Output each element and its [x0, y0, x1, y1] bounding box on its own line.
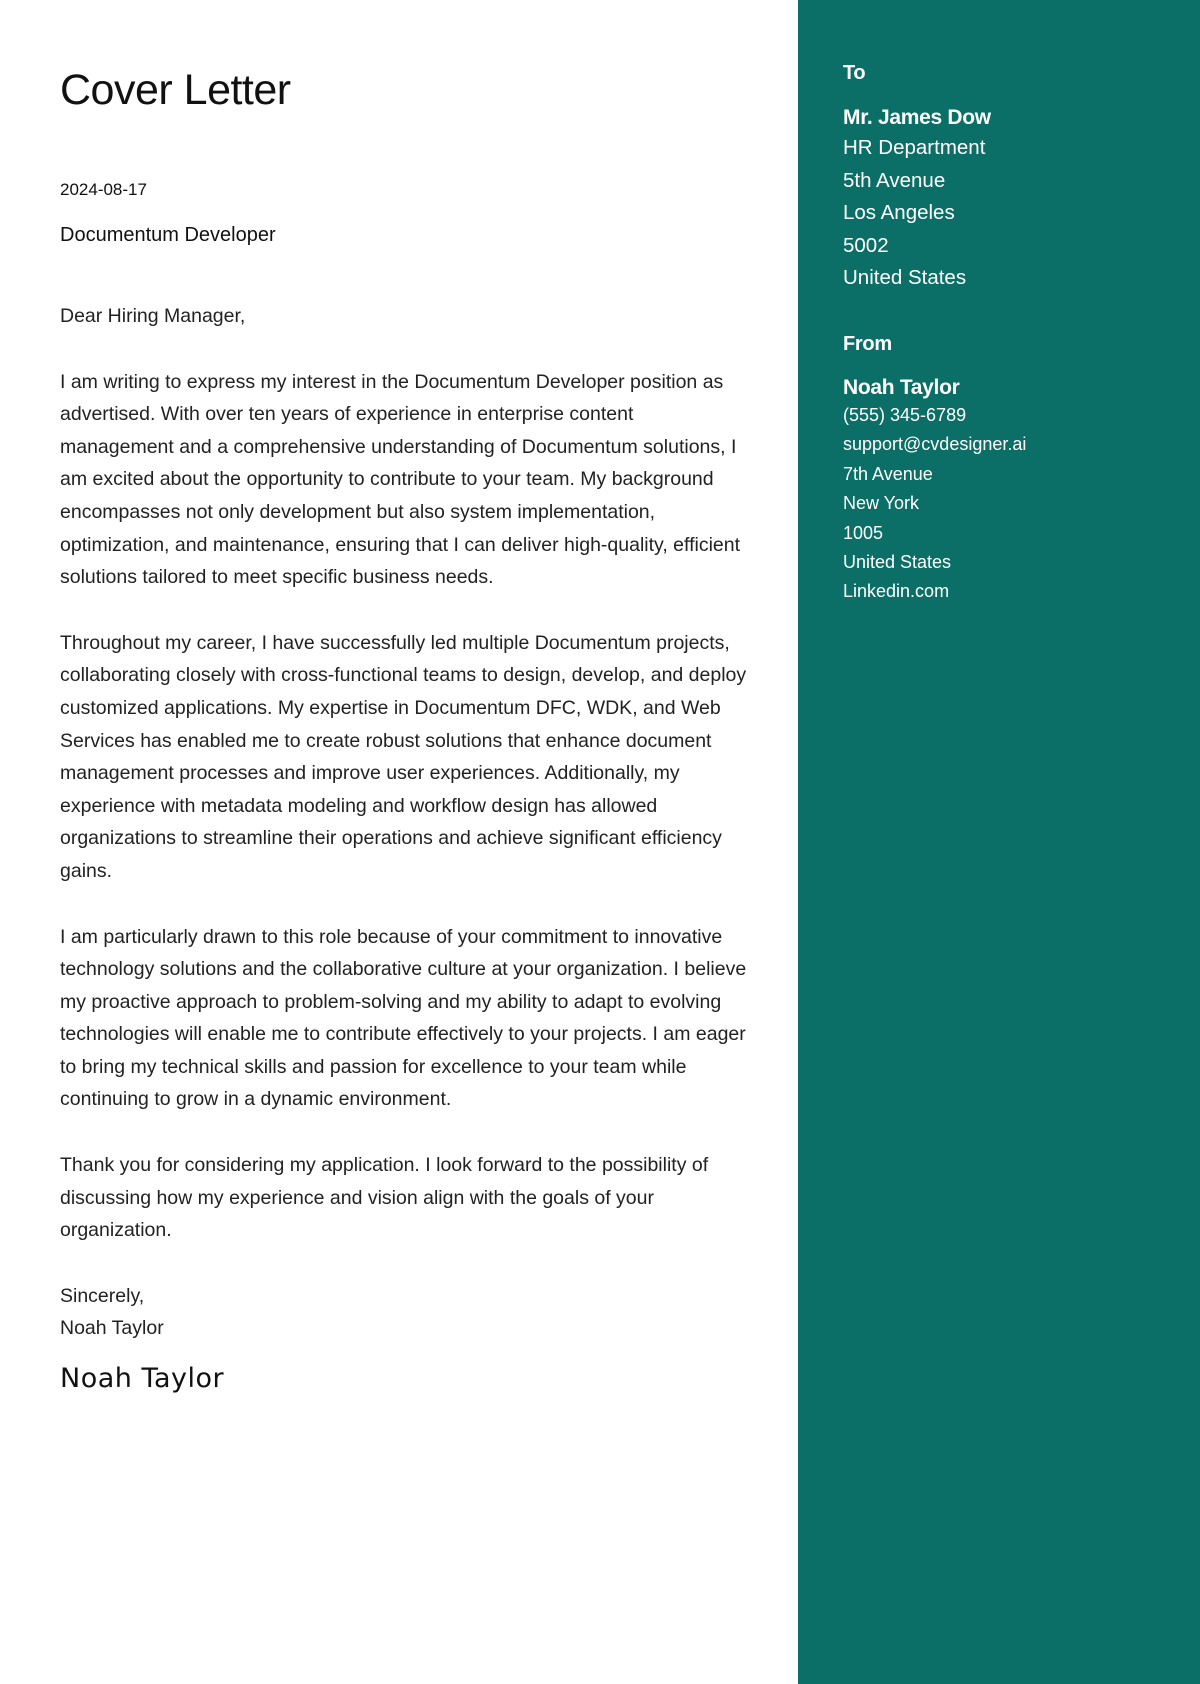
page-title: Cover Letter — [60, 66, 291, 114]
letter-body: Dear Hiring Manager, I am writing to exp… — [60, 300, 752, 1396]
recipient-name: Mr. James Dow — [843, 106, 991, 129]
recipient-block: Mr. James Dow HR Department 5th Avenue L… — [843, 106, 991, 295]
recipient-department: HR Department — [843, 136, 986, 159]
sender-name: Noah Taylor — [843, 376, 960, 399]
paragraph-2: Throughout my career, I have successfull… — [60, 631, 747, 882]
sender-country: United States — [843, 552, 952, 573]
closing-name: Noah Taylor — [60, 1317, 164, 1340]
sender-website[interactable]: Linkedin.com — [843, 577, 1026, 606]
recipient-country: United States — [843, 266, 967, 290]
recipient-city: Los Angeles — [843, 201, 955, 225]
paragraph-1: I am writing to express my interest in t… — [60, 370, 741, 589]
from-label: From — [843, 333, 892, 355]
sender-street: 7th Avenue — [843, 463, 933, 484]
sender-phone[interactable]: (555) 345-6789 — [843, 401, 1026, 430]
signature: Noah Taylor — [60, 1363, 225, 1395]
sender-block: Noah Taylor (555) 345-6789 support@cvdes… — [843, 376, 1026, 607]
to-label: To — [843, 62, 866, 84]
sender-email[interactable]: support@cvdesigner.ai — [843, 430, 1026, 459]
contact-sidebar: To Mr. James Dow HR Department 5th Avenu… — [798, 0, 1200, 1684]
job-title: Documentum Developer — [60, 224, 276, 246]
paragraph-4: Thank you for considering my application… — [60, 1154, 709, 1242]
salutation: Dear Hiring Manager, — [60, 305, 246, 327]
recipient-street: 5th Avenue — [843, 168, 946, 192]
sender-zip: 1005 — [843, 522, 884, 543]
sender-city: New York — [843, 493, 920, 514]
letter-date: 2024-08-17 — [60, 180, 147, 199]
closing: Sincerely, — [60, 1284, 145, 1307]
recipient-zip: 5002 — [843, 233, 889, 257]
paragraph-3: I am particularly drawn to this role bec… — [60, 925, 747, 1111]
